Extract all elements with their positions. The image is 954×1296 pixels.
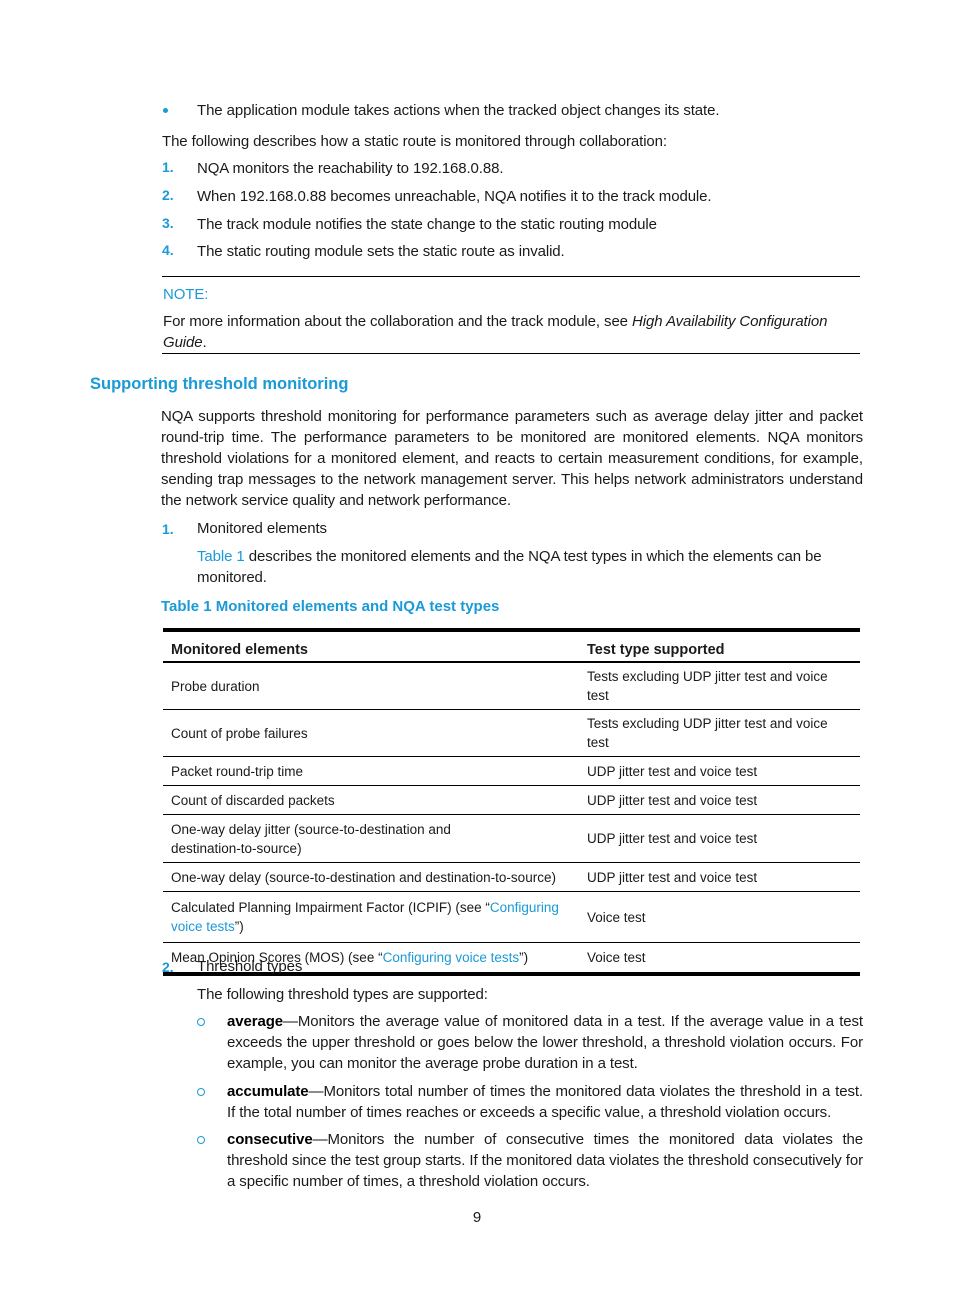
item1-desc-text: describes the monitored elements and the… [197, 548, 822, 586]
threshold-desc: —Monitors total number of times the moni… [227, 1083, 863, 1121]
circle-bullet-icon [197, 1018, 205, 1026]
test-type-cell: UDP jitter test and voice test [579, 785, 860, 815]
threshold-term: accumulate [227, 1083, 309, 1100]
document-page: The application module takes actions whe… [0, 0, 954, 1296]
threshold-desc: —Monitors the number of consecutive time… [227, 1131, 863, 1190]
step-number: 2. [162, 187, 174, 203]
table-row: Count of probe failures Tests excluding … [163, 709, 860, 757]
circle-bullet-icon [197, 1088, 205, 1096]
element-cell: One-way delay jitter (source-to-destinat… [163, 814, 579, 863]
table-header-row: Monitored elements Test type supported [163, 628, 860, 663]
table-row: Count of discarded packets UDP jitter te… [163, 785, 860, 815]
element-cell: Calculated Planning Impairment Factor (I… [163, 891, 579, 943]
page-number: 9 [472, 1209, 482, 1226]
threshold-term: consecutive [227, 1131, 313, 1148]
element-cell: Count of probe failures [163, 709, 579, 757]
table-row: Packet round-trip time UDP jitter test a… [163, 756, 860, 786]
element-text: One-way delay jitter (source-to-destinat… [171, 821, 451, 856]
test-type-cell: UDP jitter test and voice test [579, 756, 860, 786]
item-label: Threshold types [197, 958, 303, 975]
element-cell: Count of discarded packets [163, 785, 579, 815]
table-row: One-way delay jitter (source-to-destinat… [163, 814, 860, 863]
intro-bullet-text: The application module takes actions whe… [197, 102, 720, 119]
step-text: When 192.168.0.88 becomes unreachable, N… [197, 188, 712, 205]
monitored-elements-table: Monitored elements Test type supported P… [163, 628, 860, 976]
step-number: 3. [162, 215, 174, 231]
element-text: Calculated Planning Impairment Factor (I… [171, 900, 490, 915]
item1-description: Table 1 describes the monitored elements… [197, 546, 860, 588]
column-header: Test type supported [579, 628, 860, 663]
configuring-voice-tests-link[interactable]: Configuring voice tests [383, 950, 520, 965]
item-number: 1. [162, 521, 174, 537]
table-caption: Table 1 Monitored elements and NQA test … [161, 598, 500, 615]
note-label: NOTE: [163, 286, 209, 303]
test-type-cell: UDP jitter test and voice test [579, 814, 860, 863]
element-text-after: ”) [234, 919, 244, 934]
item-label: Monitored elements [197, 520, 327, 537]
test-type-cell: Voice test [579, 942, 860, 976]
element-cell: Probe duration [163, 662, 579, 710]
note-bottom-rule [162, 353, 860, 354]
step-number: 1. [162, 159, 174, 175]
table-1-link[interactable]: Table 1 [197, 548, 245, 565]
threshold-type-average: average—Monitors the average value of mo… [227, 1011, 863, 1074]
table-row: One-way delay (source-to-destination and… [163, 862, 860, 892]
threshold-type-accumulate: accumulate—Monitors total number of time… [227, 1081, 863, 1123]
table-row: Probe duration Tests excluding UDP jitte… [163, 662, 860, 710]
threshold-desc: —Monitors the average value of monitored… [227, 1013, 863, 1072]
column-header: Monitored elements [163, 628, 579, 663]
threshold-type-consecutive: consecutive—Monitors the number of conse… [227, 1129, 863, 1192]
test-type-cell: Voice test [579, 891, 860, 943]
step-text: The static routing module sets the stati… [197, 243, 565, 260]
note-text-before: For more information about the collabora… [163, 313, 632, 330]
section-heading: Supporting threshold monitoring [90, 375, 349, 393]
note-text: For more information about the collabora… [163, 311, 863, 353]
note-top-rule [162, 276, 860, 277]
section-paragraph: NQA supports threshold monitoring for pe… [161, 408, 863, 509]
element-cell: Packet round-trip time [163, 756, 579, 786]
threshold-term: average [227, 1013, 284, 1030]
note-text-after: . [202, 334, 207, 351]
element-cell: One-way delay (source-to-destination and… [163, 862, 579, 892]
step-text: NQA monitors the reachability to 192.168… [197, 160, 504, 177]
test-type-cell: Tests excluding UDP jitter test and voic… [579, 662, 860, 710]
step-text: The track module notifies the state chan… [197, 216, 657, 233]
test-type-cell: Tests excluding UDP jitter test and voic… [579, 709, 860, 757]
item-number: 2. [162, 959, 174, 975]
test-type-cell: UDP jitter test and voice test [579, 862, 860, 892]
threshold-intro: The following threshold types are suppor… [197, 986, 488, 1003]
table-row: Calculated Planning Impairment Factor (I… [163, 891, 860, 943]
collab-intro: The following describes how a static rou… [162, 133, 667, 150]
bullet-icon [163, 108, 168, 113]
circle-bullet-icon [197, 1136, 205, 1144]
element-text-after: ”) [519, 949, 529, 965]
step-number: 4. [162, 242, 174, 258]
